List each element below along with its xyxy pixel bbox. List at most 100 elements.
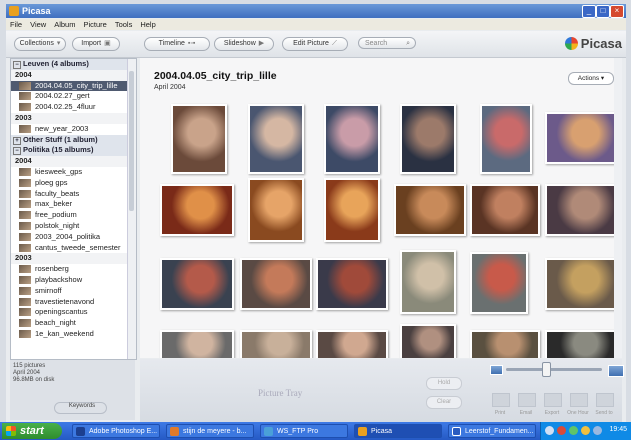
album-label: travestietenavond xyxy=(35,296,95,306)
photo-thumbnail[interactable] xyxy=(324,178,380,242)
album-group[interactable]: − Leuven (4 albums) xyxy=(11,59,136,70)
menu-album[interactable]: Album xyxy=(50,19,79,30)
album-item[interactable]: cantus_tweede_semester xyxy=(11,243,136,254)
picture-tray-label: Picture Tray xyxy=(258,388,303,398)
task-ws-ftp[interactable]: WS_FTP Pro xyxy=(260,424,348,438)
album-item[interactable]: max_beker xyxy=(11,199,136,210)
collections-button[interactable]: Collections ▾ xyxy=(14,37,66,51)
hold-button[interactable]: Hold xyxy=(426,377,462,390)
album-group[interactable]: − Politika (15 albums) xyxy=(11,145,136,157)
album-item[interactable]: polstok_night xyxy=(11,221,136,232)
album-item[interactable]: new_year_2003 xyxy=(11,124,136,135)
album-item[interactable]: 2004.02.27_gert xyxy=(11,91,136,102)
photo-thumbnail[interactable] xyxy=(316,330,388,358)
album-item[interactable]: ploeg gps xyxy=(11,178,136,189)
album-item[interactable]: smirnoff xyxy=(11,286,136,297)
thumbnail-size-slider[interactable] xyxy=(506,368,602,371)
photo-thumbnail[interactable] xyxy=(545,112,619,164)
network-icon[interactable] xyxy=(545,426,554,435)
menu-file[interactable]: File xyxy=(6,19,26,30)
album-list[interactable]: − Leuven (4 albums) 2004 2004.04.05_city_tr… xyxy=(10,58,137,360)
menu-view[interactable]: View xyxy=(26,19,50,30)
maximize-icon[interactable]: □ xyxy=(596,5,610,18)
album-item[interactable]: free_podium xyxy=(11,210,136,221)
picasa-window: Picasa _ □ × File View Album Picture Tools He… xyxy=(6,4,626,422)
update-icon[interactable] xyxy=(593,426,602,435)
album-item[interactable]: 2003_2004_politika xyxy=(11,232,136,243)
task-word[interactable]: Leerstof_Fundamen... xyxy=(448,424,536,438)
task-photoshop[interactable]: Adobe Photoshop E... xyxy=(72,424,160,438)
album-item[interactable]: faculty_beats xyxy=(11,189,136,200)
photo-thumbnail[interactable] xyxy=(160,330,234,358)
clear-button[interactable]: Clear xyxy=(426,396,462,409)
task-browser[interactable]: stijn de meyere - b... xyxy=(166,424,254,438)
album-group[interactable]: + Other Stuff (1 album) xyxy=(11,134,136,146)
menu-tools[interactable]: Tools xyxy=(111,19,137,30)
photo-thumbnail[interactable] xyxy=(470,184,540,236)
photo-thumbnail[interactable] xyxy=(324,104,380,174)
album-thumbnail xyxy=(19,221,31,230)
photo-thumbnail[interactable] xyxy=(545,258,619,310)
photo-thumbnail[interactable] xyxy=(240,330,312,358)
timeline-button[interactable]: Timeline ▪▫▪ xyxy=(144,37,210,51)
photo-thumbnail[interactable] xyxy=(240,258,312,310)
photo-thumbnail[interactable] xyxy=(545,330,619,358)
photo-thumbnail[interactable] xyxy=(248,178,304,242)
title-bar[interactable]: Picasa _ □ × xyxy=(6,4,626,18)
search-input[interactable]: Search ⌕ xyxy=(358,37,416,49)
photo-thumbnail[interactable] xyxy=(480,104,532,174)
main-scrollbar[interactable] xyxy=(614,58,622,358)
menu-picture[interactable]: Picture xyxy=(79,19,110,30)
album-item-selected[interactable]: 2004.04.05_city_trip_lille xyxy=(11,80,136,92)
photo-thumbnail[interactable] xyxy=(545,184,619,236)
import-button[interactable]: Import ▣ xyxy=(72,37,120,51)
album-item[interactable]: kiesweek_gps xyxy=(11,167,136,178)
scrollbar-thumb[interactable] xyxy=(129,71,134,211)
export-icon[interactable] xyxy=(544,393,562,407)
album-item[interactable]: beach_night xyxy=(11,318,136,329)
collapse-icon[interactable]: − xyxy=(13,61,21,69)
collapse-icon[interactable]: − xyxy=(13,147,21,156)
photo-thumbnail[interactable] xyxy=(394,184,466,236)
album-label: faculty_beats xyxy=(35,188,80,198)
photo-thumbnail[interactable] xyxy=(470,330,540,358)
album-item[interactable]: openingscantus xyxy=(11,307,136,318)
photo-thumbnail[interactable] xyxy=(160,258,234,310)
expand-icon[interactable]: + xyxy=(13,136,21,145)
photo-thumbnail[interactable] xyxy=(248,104,304,174)
close-icon[interactable]: × xyxy=(610,5,624,18)
album-item[interactable]: playbackshow xyxy=(11,275,136,286)
email-icon[interactable] xyxy=(518,393,536,407)
send-to-icon[interactable] xyxy=(596,393,614,407)
start-button[interactable]: start xyxy=(2,423,62,439)
print-icon[interactable] xyxy=(492,393,510,407)
antivirus-icon[interactable] xyxy=(557,426,566,435)
actions-button[interactable]: Actions ▾ xyxy=(568,72,614,85)
word-icon xyxy=(452,427,461,436)
photo-thumbnail[interactable] xyxy=(400,324,456,358)
menu-help[interactable]: Help xyxy=(136,19,159,30)
edit-picture-button[interactable]: Edit Picture ⟋ xyxy=(282,37,348,51)
messenger-icon[interactable] xyxy=(569,426,578,435)
photo-thumbnail[interactable] xyxy=(400,104,456,174)
one-hour-icon[interactable] xyxy=(570,393,588,407)
slideshow-button[interactable]: Slideshow ▶ xyxy=(214,37,274,51)
album-thumbnail xyxy=(19,286,31,295)
photo-thumbnail[interactable] xyxy=(470,252,528,314)
photo-thumbnail[interactable] xyxy=(171,104,227,174)
album-item[interactable]: rosenberg xyxy=(11,264,136,275)
album-item[interactable]: 1e_kan_weekend xyxy=(11,329,136,340)
task-picasa[interactable]: Picasa xyxy=(354,424,442,438)
sidebar-scrollbar[interactable] xyxy=(127,59,136,359)
album-label: Other Stuff (1 album) xyxy=(23,134,98,144)
minimize-icon[interactable]: _ xyxy=(582,5,596,18)
album-item[interactable]: travestietenavond xyxy=(11,297,136,308)
photo-thumbnail[interactable] xyxy=(400,250,456,314)
photo-thumbnail[interactable] xyxy=(160,184,234,236)
slider-handle[interactable] xyxy=(542,362,551,377)
album-item[interactable]: 2004.02.25_4fluur xyxy=(11,102,136,113)
album-label: 2003 xyxy=(15,253,32,263)
volume-icon[interactable] xyxy=(581,426,590,435)
keywords-button[interactable]: Keywords xyxy=(54,402,107,414)
photo-thumbnail[interactable] xyxy=(316,258,388,310)
